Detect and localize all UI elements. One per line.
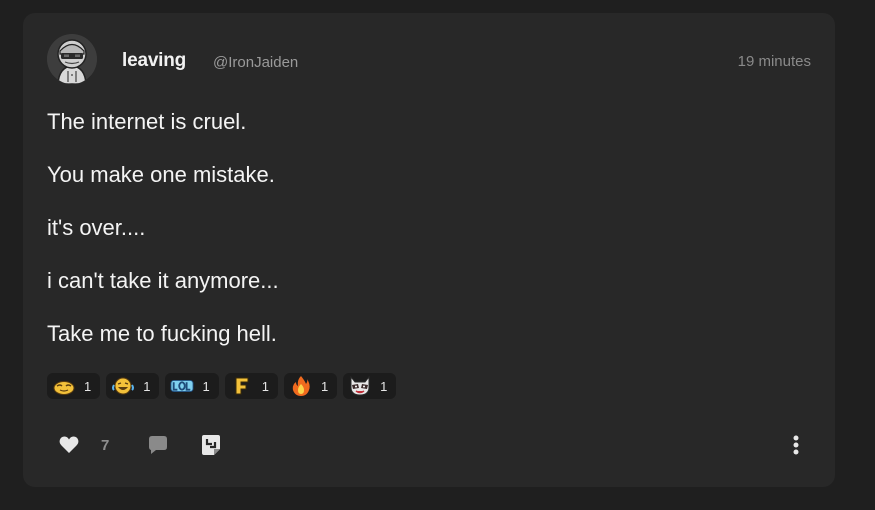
post-header: leaving @IronJaiden 19 minutes <box>47 34 811 86</box>
more-options-button[interactable] <box>793 433 799 457</box>
post-timestamp[interactable]: 19 minutes <box>738 53 811 70</box>
fire-emoji-icon <box>289 376 313 396</box>
reaction-count: 1 <box>320 378 329 394</box>
reaction-count: 1 <box>202 378 210 394</box>
post-action-bar: 7 <box>59 433 799 457</box>
raccoon-face-emoji-icon <box>348 375 372 396</box>
reaction-count: 1 <box>380 378 388 394</box>
repost-button[interactable] <box>201 433 221 457</box>
repost-icon <box>202 435 220 455</box>
reaction-chip[interactable]: 1 <box>47 373 101 399</box>
hooded-character-avatar-icon <box>47 34 97 84</box>
like-count: 7 <box>101 436 110 454</box>
reaction-count: 1 <box>84 378 92 394</box>
post-card: leaving @IronJaiden 19 minutes The inter… <box>23 13 835 487</box>
reaction-bar: 1 1 1 1 1 1 <box>47 373 397 399</box>
heart-icon <box>59 436 79 453</box>
reaction-count: 1 <box>143 378 151 394</box>
lol-text-emoji-icon <box>170 376 195 396</box>
post-text-line: it's over.... <box>47 215 146 240</box>
reaction-count: 1 <box>261 378 269 394</box>
letter-f-emoji-icon <box>230 376 254 396</box>
author-display-name[interactable]: leaving <box>122 50 186 72</box>
comment-button[interactable] <box>148 433 168 457</box>
reaction-chip[interactable]: 1 <box>283 373 338 399</box>
vertical-ellipsis-icon <box>793 435 799 455</box>
like-button[interactable]: 7 <box>59 433 109 457</box>
crying-laughing-face-emoji-icon <box>111 376 135 396</box>
reaction-chip[interactable]: 1 <box>343 373 397 399</box>
post-body: The internet is cruel. You make one mist… <box>47 109 811 374</box>
post-text-line: i can't take it anymore... <box>47 268 279 293</box>
post-text-line: You make one mistake. <box>47 162 275 187</box>
speech-bubble-icon <box>149 436 167 454</box>
post-text-line: The internet is cruel. <box>47 109 247 134</box>
reaction-chip[interactable]: 1 <box>165 373 219 399</box>
post-text-line: Take me to fucking hell. <box>47 321 277 346</box>
author-handle[interactable]: @IronJaiden <box>213 54 298 71</box>
avatar[interactable] <box>47 34 97 84</box>
relieved-face-emoji-icon <box>52 376 76 396</box>
reaction-chip[interactable]: 1 <box>106 373 160 399</box>
reaction-chip[interactable]: 1 <box>224 373 278 399</box>
